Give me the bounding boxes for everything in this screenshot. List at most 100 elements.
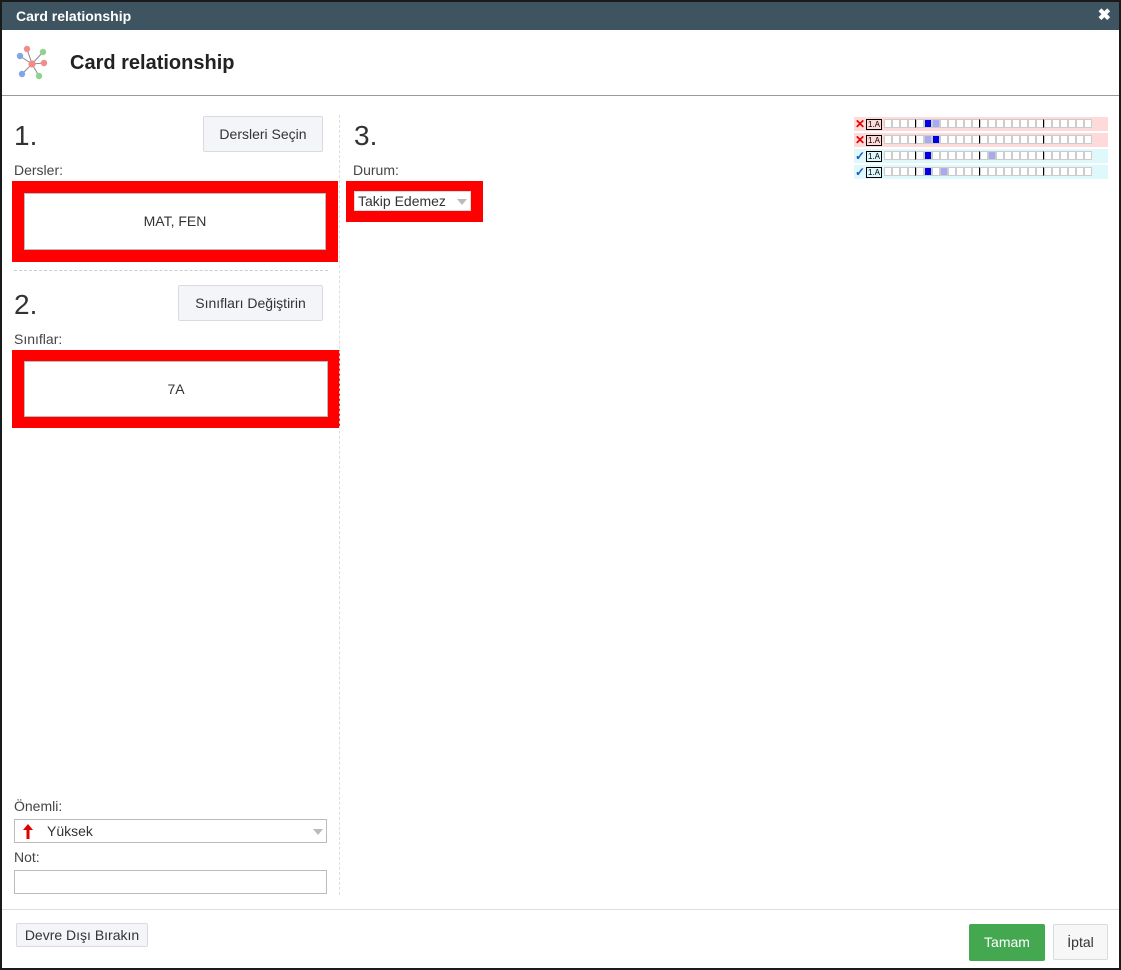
close-icon[interactable]: ✖ <box>1098 5 1111 25</box>
period-cell <box>956 167 965 176</box>
period-cell <box>900 167 909 176</box>
period-cell <box>948 167 957 176</box>
dialog-titlebar: Card relationship ✖ <box>2 2 1119 30</box>
period-cells <box>884 119 1093 129</box>
period-cell <box>1084 135 1093 144</box>
note-input[interactable] <box>14 870 327 894</box>
period-cell <box>940 151 949 160</box>
class-tag: 1.A <box>866 166 883 178</box>
period-cell <box>1020 151 1029 160</box>
period-cell <box>916 119 925 128</box>
period-cells <box>884 135 1093 145</box>
period-cell <box>964 135 973 144</box>
importance-label: Önemli: <box>14 798 63 814</box>
period-cell <box>1036 167 1045 176</box>
section-divider <box>14 270 328 271</box>
period-cell <box>932 167 941 176</box>
period-cell <box>884 151 893 160</box>
period-cell <box>1068 135 1077 144</box>
period-cells <box>884 167 1093 177</box>
period-cell <box>892 119 901 128</box>
period-cell <box>1084 119 1093 128</box>
period-cell <box>988 135 997 144</box>
period-cell <box>956 119 965 128</box>
network-nodes-icon <box>16 45 48 80</box>
period-cell <box>1060 135 1069 144</box>
importance-value: Yüksek <box>47 823 93 839</box>
status-label: Durum: <box>353 162 399 178</box>
select-lessons-button[interactable]: Dersleri Seçin <box>203 116 323 152</box>
period-cell <box>980 119 989 128</box>
classes-label: Sınıflar: <box>14 331 63 347</box>
check-icon: ✓ <box>854 149 866 163</box>
relationship-preview: ✕ 1.A ✕ 1.A ✓ 1.A ✓ 1.A <box>854 117 1108 181</box>
period-cell <box>900 151 909 160</box>
period-cell <box>1028 135 1037 144</box>
period-cell <box>884 135 893 144</box>
period-cell <box>964 151 973 160</box>
period-cell <box>924 135 933 144</box>
period-cell <box>1044 119 1053 128</box>
period-cell <box>1084 167 1093 176</box>
period-cell <box>948 119 957 128</box>
period-cell <box>924 167 933 176</box>
period-cell <box>964 167 973 176</box>
period-cell <box>964 119 973 128</box>
period-cell <box>980 167 989 176</box>
period-cell <box>924 119 933 128</box>
status-select[interactable]: Takip Edemez <box>354 191 471 211</box>
chevron-down-icon <box>457 199 467 205</box>
period-cell <box>1044 151 1053 160</box>
period-cell <box>956 151 965 160</box>
period-cell <box>1084 151 1093 160</box>
period-cell <box>908 167 917 176</box>
period-cell <box>1004 135 1013 144</box>
period-cell <box>972 151 981 160</box>
period-cell <box>892 167 901 176</box>
period-cell <box>900 135 909 144</box>
period-cell <box>1012 151 1021 160</box>
period-cell <box>908 119 917 128</box>
preview-row: ✕ 1.A <box>854 117 1108 131</box>
period-cell <box>1004 167 1013 176</box>
period-cell <box>972 135 981 144</box>
period-cell <box>932 119 941 128</box>
section3-number: 3. <box>354 120 378 151</box>
period-cell <box>1004 151 1013 160</box>
period-cell <box>1060 119 1069 128</box>
disable-button[interactable]: Devre Dışı Bırakın <box>16 923 148 947</box>
preview-row: ✓ 1.A <box>854 149 1108 163</box>
importance-select[interactable]: Yüksek <box>14 819 327 843</box>
period-cell <box>1012 167 1021 176</box>
period-cell <box>916 135 925 144</box>
note-label: Not: <box>14 849 40 865</box>
period-cell <box>1028 151 1037 160</box>
lessons-value-box[interactable]: MAT, FEN <box>24 193 326 250</box>
period-cell <box>1076 135 1085 144</box>
period-cell <box>1068 167 1077 176</box>
period-cell <box>916 167 925 176</box>
period-cell <box>932 151 941 160</box>
cancel-button[interactable]: İptal <box>1053 924 1108 960</box>
period-cell <box>1004 119 1013 128</box>
status-value: Takip Edemez <box>358 193 446 209</box>
period-cell <box>956 135 965 144</box>
preview-row: ✓ 1.A <box>854 165 1108 179</box>
column-divider <box>339 115 340 895</box>
period-cell <box>908 135 917 144</box>
period-cell <box>1044 167 1053 176</box>
period-cell <box>1020 119 1029 128</box>
ok-button[interactable]: Tamam <box>969 924 1045 961</box>
period-cell <box>940 135 949 144</box>
period-cell <box>1052 119 1061 128</box>
period-cell <box>1020 167 1029 176</box>
period-cell <box>924 151 933 160</box>
classes-value-box[interactable]: 7A <box>24 361 328 417</box>
change-classes-button[interactable]: Sınıfları Değiştirin <box>178 285 323 321</box>
section2-number: 2. <box>14 289 38 320</box>
period-cell <box>1020 135 1029 144</box>
check-icon: ✓ <box>854 165 866 179</box>
period-cell <box>884 119 893 128</box>
class-tag: 1.A <box>866 150 883 162</box>
period-cell <box>1052 135 1061 144</box>
